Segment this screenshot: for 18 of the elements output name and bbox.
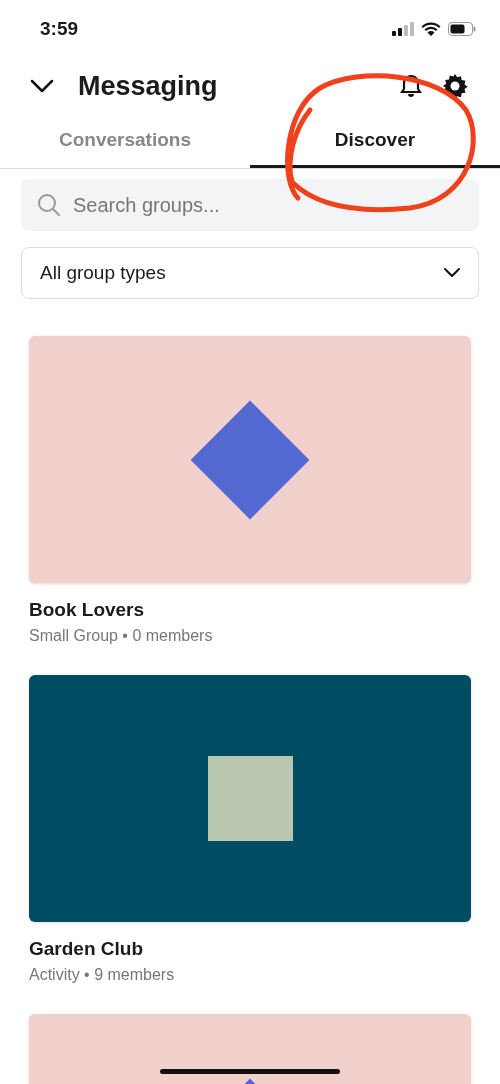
chevron-down-icon[interactable] (30, 79, 54, 93)
bell-icon[interactable] (400, 74, 422, 98)
group-name: Garden Club (29, 938, 144, 960)
wifi-icon (421, 22, 441, 36)
search-icon (37, 193, 61, 217)
page-title: Messaging (78, 70, 219, 102)
group-meta: Activity • 9 members (29, 966, 176, 984)
tab[interactable]: Discover (250, 114, 500, 168)
chevron-down-icon (444, 268, 460, 278)
group-type-dropdown[interactable]: All group types (21, 247, 479, 299)
battery-icon (448, 22, 476, 36)
group-meta: Small Group • 0 members (29, 627, 214, 645)
search-field[interactable]: Search groups... (21, 179, 479, 231)
group-name: Book Lovers (29, 599, 146, 621)
settings-icon[interactable] (442, 73, 468, 99)
tab[interactable]: Conversations (0, 114, 250, 168)
signal-icon (392, 22, 414, 36)
status-time: 3:59 (40, 18, 79, 40)
